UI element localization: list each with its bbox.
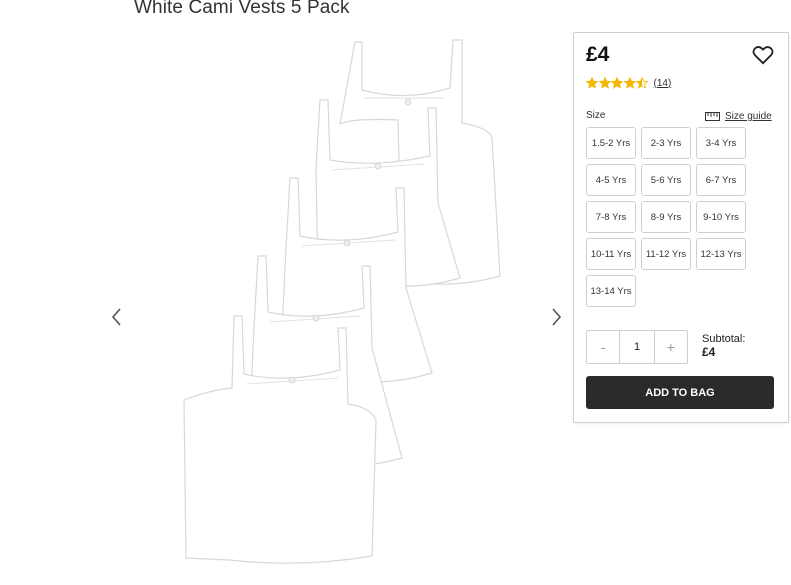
purchase-panel: £4 (14) Size Size guide 1.5-2 Yrs 2-3 Yrs… <box>573 32 789 423</box>
star-icon <box>598 77 611 89</box>
next-image-button[interactable] <box>548 306 566 328</box>
size-option[interactable]: 3-4 Yrs <box>696 127 746 159</box>
quantity-decrease-button[interactable]: - <box>587 331 619 363</box>
quantity-stepper: - 1 + <box>586 330 688 364</box>
size-option[interactable]: 2-3 Yrs <box>641 127 691 159</box>
size-label: Size <box>586 110 606 121</box>
reviews-link[interactable]: (14) <box>654 78 672 89</box>
size-option[interactable]: 4-5 Yrs <box>586 164 636 196</box>
size-option[interactable]: 11-12 Yrs <box>641 238 691 270</box>
size-option[interactable]: 6-7 Yrs <box>696 164 746 196</box>
size-option[interactable]: 1.5-2 Yrs <box>586 127 636 159</box>
star-icon <box>611 77 623 89</box>
size-option[interactable]: 10-11 Yrs <box>586 238 636 270</box>
heart-icon <box>752 46 774 65</box>
previous-image-button[interactable] <box>108 306 126 328</box>
wishlist-button[interactable] <box>752 45 774 65</box>
chevron-right-icon <box>552 308 562 326</box>
ruler-icon <box>705 112 720 121</box>
rating: (14) <box>586 77 671 89</box>
product-title: White Cami Vests 5 Pack <box>134 0 350 18</box>
size-option[interactable]: 8-9 Yrs <box>641 201 691 233</box>
star-icon <box>586 77 598 89</box>
subtotal-value: £4 <box>702 345 716 359</box>
cami-vests-image <box>183 39 501 564</box>
size-guide-link[interactable]: Size guide <box>705 111 772 122</box>
product-image <box>140 28 550 580</box>
quantity-input[interactable]: 1 <box>619 331 655 363</box>
size-guide-label: Size guide <box>725 111 772 122</box>
size-option[interactable]: 7-8 Yrs <box>586 201 636 233</box>
quantity-increase-button[interactable]: + <box>655 331 687 363</box>
size-option[interactable]: 9-10 Yrs <box>696 201 746 233</box>
star-icon <box>623 77 636 89</box>
size-option[interactable]: 12-13 Yrs <box>696 238 746 270</box>
size-option[interactable]: 5-6 Yrs <box>641 164 691 196</box>
add-to-bag-button[interactable]: ADD TO BAG <box>586 376 774 409</box>
size-option[interactable]: 13-14 Yrs <box>586 275 636 307</box>
price: £4 <box>586 43 610 66</box>
chevron-left-icon <box>111 308 121 326</box>
subtotal: Subtotal: £4 <box>702 333 745 359</box>
star-icon <box>636 77 648 89</box>
